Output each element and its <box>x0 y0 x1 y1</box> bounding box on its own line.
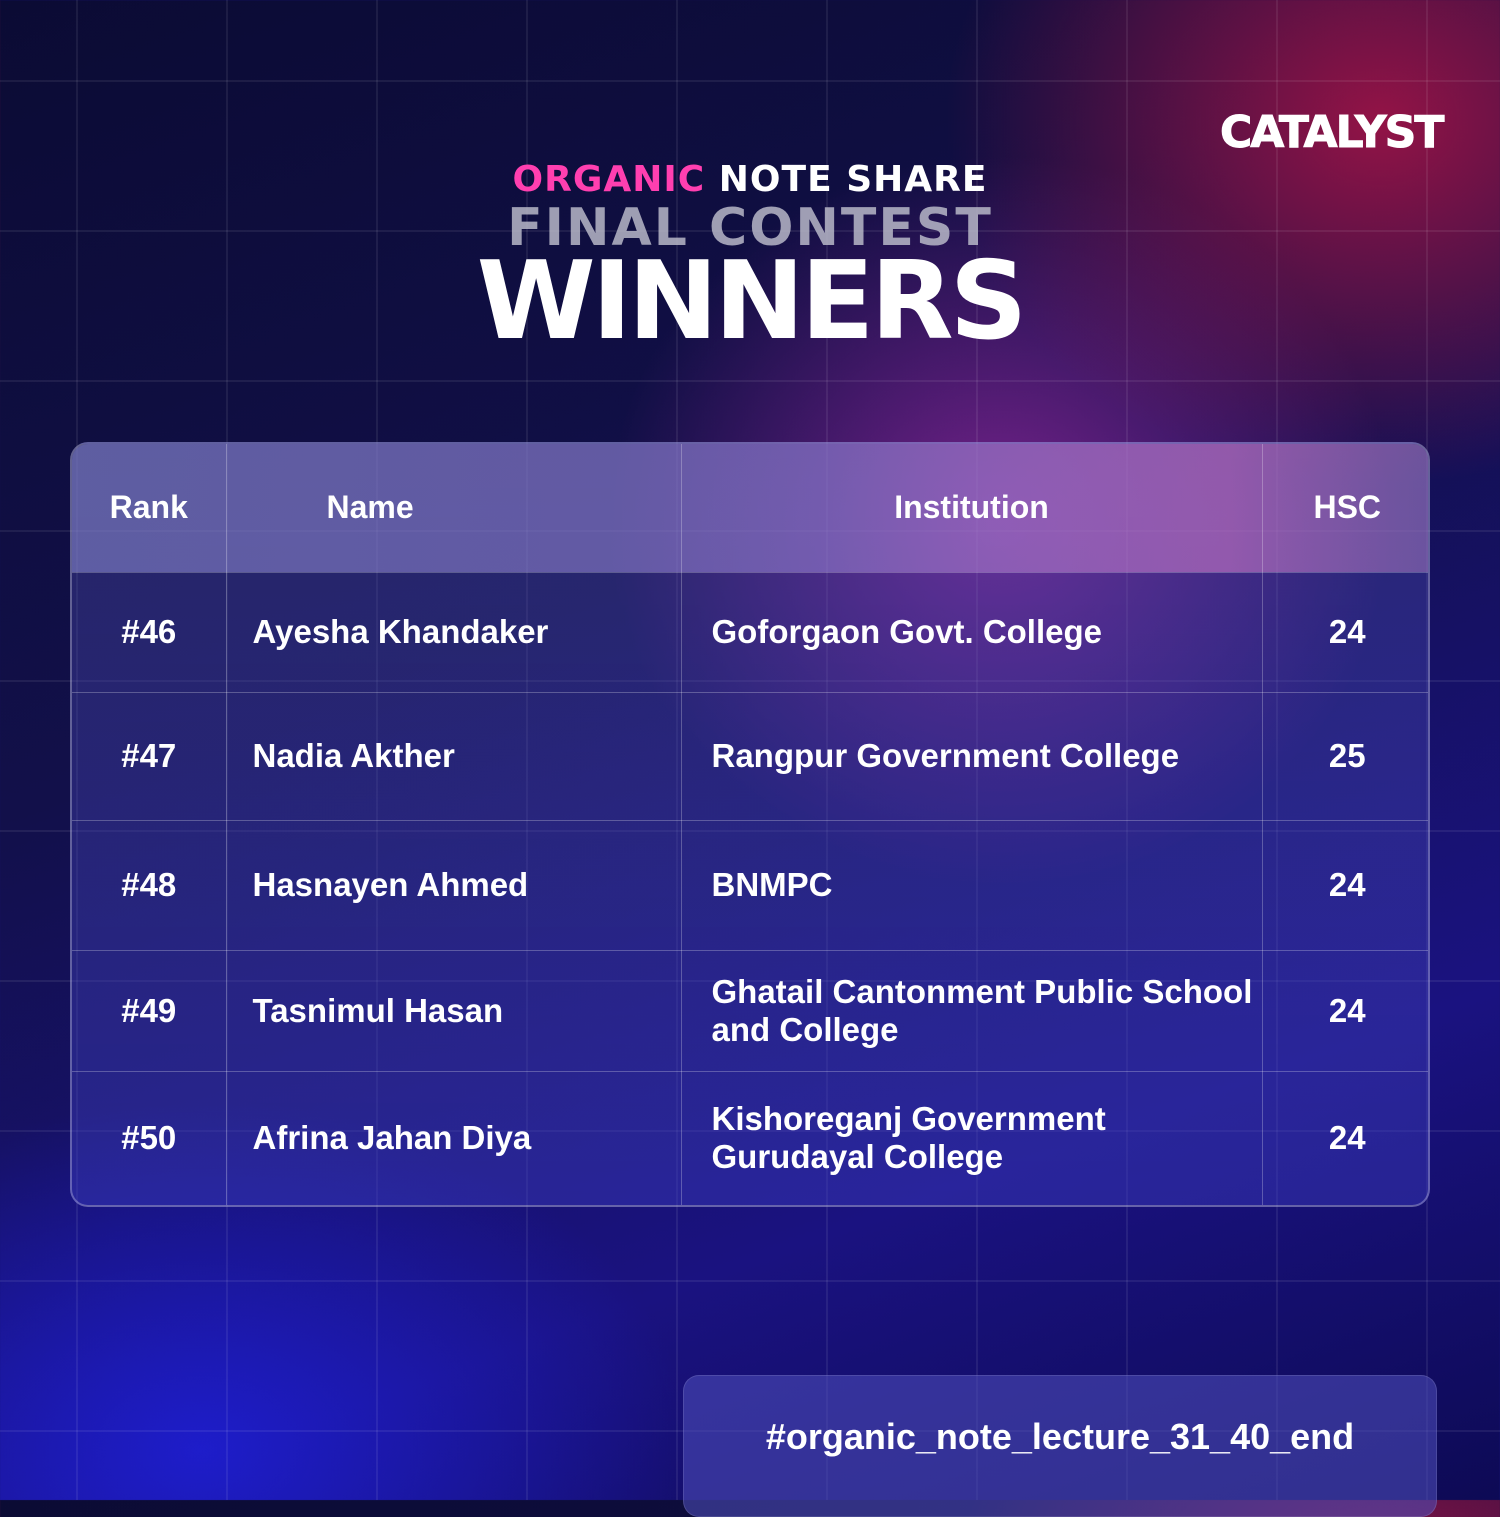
rank-cell: #49 <box>72 949 227 1072</box>
header-line-1: ORGANIC NOTE SHARE <box>0 160 1500 200</box>
name-cell: Nadia Akther <box>225 691 682 821</box>
table-row: #49 Tasnimul Hasan Ghatail Cantonment Pu… <box>72 949 1428 1072</box>
hashtag-text: #organic_note_lecture_31_40_end <box>765 1416 1355 1457</box>
rank-cell: #47 <box>72 691 227 821</box>
name-cell: Afrina Jahan Diya <box>225 1070 682 1205</box>
table-header-row: Rank Name Institution HSC <box>72 444 1428 573</box>
hsc-cell: 24 <box>1261 949 1428 1072</box>
name-cell: Hasnayen Ahmed <box>225 819 682 951</box>
table-row: #48 Hasnayen Ahmed BNMPC 24 <box>72 819 1428 951</box>
name-cell: Tasnimul Hasan <box>225 949 682 1072</box>
rank-cell: #50 <box>72 1070 227 1205</box>
rank-cell: #48 <box>72 819 227 951</box>
institution-cell: Ghatail Cantonment Public School and Col… <box>680 949 1263 1072</box>
column-header-rank: Rank <box>72 444 227 573</box>
header-note-share-text: NOTE SHARE <box>718 159 988 200</box>
institution-cell: Kishoreganj Government Gurudayal College <box>680 1070 1263 1205</box>
catalyst-logo: CATALYST <box>1220 107 1445 158</box>
institution-cell: Rangpur Government College <box>680 691 1263 821</box>
header-winners: WINNERS <box>476 239 1028 364</box>
institution-cell: BNMPC <box>680 819 1263 951</box>
name-cell: Ayesha Khandaker <box>225 571 682 693</box>
hashtag-banner: #organic_note_lecture_31_40_end <box>683 1375 1437 1517</box>
winners-table: Rank Name Institution HSC #46 Ayesha Kha… <box>70 442 1430 1207</box>
column-header-institution: Institution <box>680 444 1263 573</box>
hsc-cell: 24 <box>1261 819 1428 951</box>
hsc-cell: 25 <box>1261 691 1428 821</box>
column-header-name: Name <box>225 444 682 573</box>
table-row: #50 Afrina Jahan Diya Kishoreganj Govern… <box>72 1070 1428 1205</box>
hsc-cell: 24 <box>1261 571 1428 693</box>
hsc-cell: 24 <box>1261 1070 1428 1205</box>
table-row: #47 Nadia Akther Rangpur Government Coll… <box>72 691 1428 821</box>
table-row: #46 Ayesha Khandaker Goforgaon Govt. Col… <box>72 571 1428 693</box>
institution-cell: Goforgaon Govt. College <box>680 571 1263 693</box>
column-header-hsc: HSC <box>1261 444 1428 573</box>
rank-cell: #46 <box>72 571 227 693</box>
header-organic-text: ORGANIC <box>512 159 706 200</box>
